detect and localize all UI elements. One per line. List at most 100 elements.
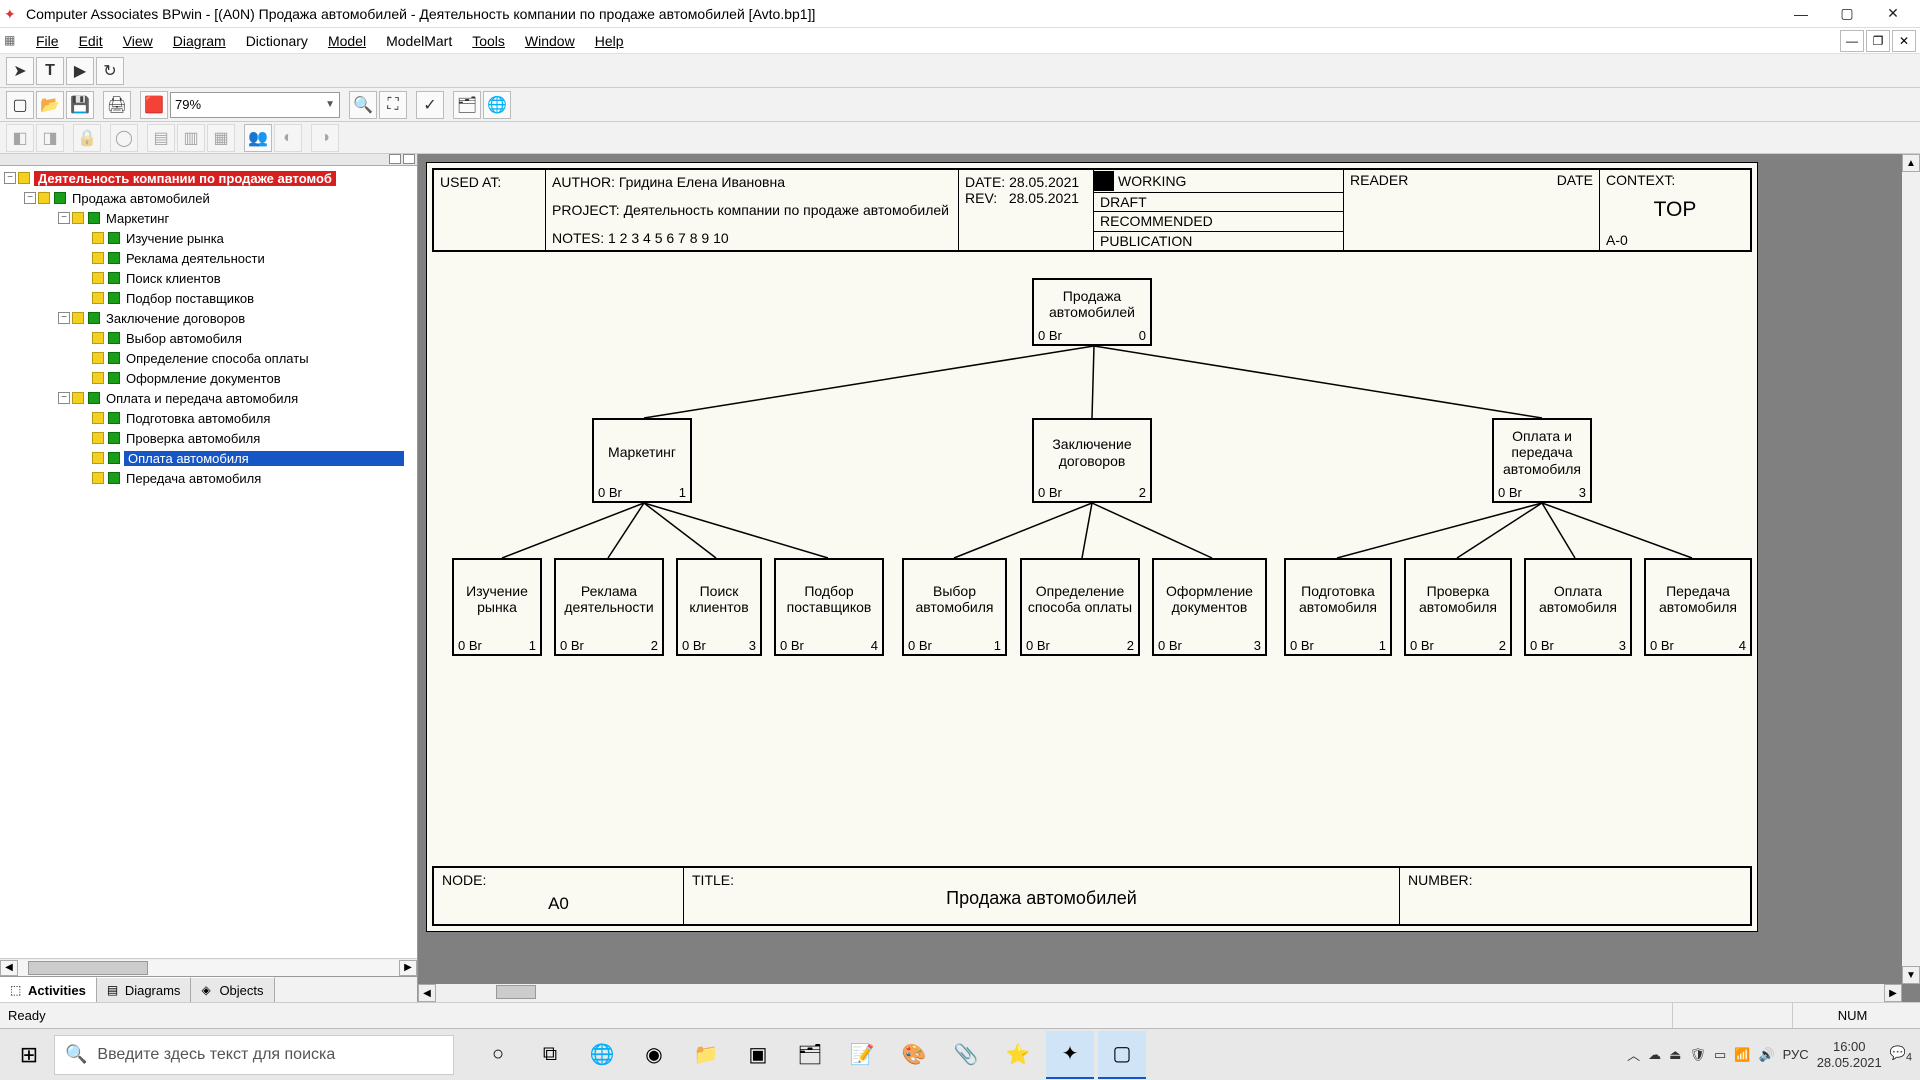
spell-button[interactable]: ✓: [416, 91, 444, 119]
mm-btn-1[interactable]: ◧: [6, 124, 34, 152]
diagram-node-l2[interactable]: Подготовка автомобиля0 Br1: [1284, 558, 1392, 656]
color-button[interactable]: 🟥: [140, 91, 168, 119]
org-button[interactable]: 🗂: [453, 91, 481, 119]
tab-activities[interactable]: ⬚Activities: [0, 977, 97, 1002]
zoom-fit-button[interactable]: ⛶: [379, 91, 407, 119]
diagram-node-l2[interactable]: Оформление документов0 Br3: [1152, 558, 1267, 656]
scroll-down-icon[interactable]: ▼: [1902, 966, 1920, 984]
diagram-node-l2[interactable]: Реклама деятельности0 Br2: [554, 558, 664, 656]
mm-btn-7[interactable]: 👥: [244, 124, 272, 152]
tree-node-contracts[interactable]: −Заключение договоров: [0, 308, 417, 328]
zoom-app-icon[interactable]: ▢: [1098, 1031, 1146, 1079]
diagram-node-root[interactable]: Продажа автомобилей0 Br0: [1032, 278, 1152, 346]
tray-usb-icon[interactable]: ⏏: [1669, 1047, 1681, 1063]
diagram-node-l2[interactable]: Подбор поставщиков0 Br4: [774, 558, 884, 656]
tree-leaf-selected[interactable]: Оплата автомобиля: [0, 448, 417, 468]
tray-language[interactable]: РУС: [1783, 1047, 1809, 1062]
menu-tools[interactable]: Tools: [462, 31, 515, 51]
tree-leaf[interactable]: Определение способа оплаты: [0, 348, 417, 368]
mdi-restore-button[interactable]: ❐: [1866, 30, 1890, 52]
menu-diagram[interactable]: Diagram: [163, 31, 236, 51]
tree-leaf[interactable]: Проверка автомобиля: [0, 428, 417, 448]
zoom-in-button[interactable]: 🔍: [349, 91, 377, 119]
tray-notification-icon[interactable]: 💬4: [1890, 1045, 1912, 1064]
tree-leaf[interactable]: Подготовка автомобиля: [0, 408, 417, 428]
pointer-tool-button[interactable]: ➤: [6, 57, 34, 85]
menu-window[interactable]: Window: [515, 31, 585, 51]
diagram-node-l1[interactable]: Оплата и передача автомобиля0 Br3: [1492, 418, 1592, 503]
tab-objects[interactable]: ◈Objects: [191, 977, 274, 1002]
play-tool-button[interactable]: ▶: [66, 57, 94, 85]
tree-close-icon[interactable]: [403, 154, 415, 164]
tree-collapse-icon[interactable]: [389, 154, 401, 164]
refresh-button[interactable]: ↻: [96, 57, 124, 85]
start-button[interactable]: ⊞: [4, 1031, 54, 1079]
chrome-icon[interactable]: ◉: [630, 1031, 678, 1079]
diagram-node-l2[interactable]: Передача автомобиля0 Br4: [1644, 558, 1752, 656]
minimize-button[interactable]: —: [1778, 0, 1824, 27]
mm-btn-2[interactable]: ◨: [36, 124, 64, 152]
tray-volume-icon[interactable]: 🔊: [1758, 1047, 1774, 1063]
canvas-vscrollbar[interactable]: ▲ ▼: [1902, 154, 1920, 984]
tray-wifi-icon[interactable]: 📶: [1734, 1047, 1750, 1063]
scroll-left-icon[interactable]: ◀: [418, 984, 436, 1002]
taskbar-search[interactable]: 🔍 Введите здесь текст для поиска: [54, 1035, 454, 1075]
mm-btn-9[interactable]: ◑: [311, 124, 339, 152]
tray-battery-icon[interactable]: ▭: [1714, 1047, 1726, 1063]
globe-button[interactable]: 🌐: [483, 91, 511, 119]
edge-icon[interactable]: 🌐: [578, 1031, 626, 1079]
tray-chevron-icon[interactable]: ︿: [1627, 1045, 1640, 1064]
mm-btn-5[interactable]: ▥: [177, 124, 205, 152]
office-icon[interactable]: 📎: [942, 1031, 990, 1079]
tree-leaf[interactable]: Оформление документов: [0, 368, 417, 388]
tree-root[interactable]: −Деятельность компании по продаже автомо…: [0, 168, 417, 188]
diagram-node-l2[interactable]: Изучение рынка0 Br1: [452, 558, 542, 656]
close-button[interactable]: ✕: [1870, 0, 1916, 27]
diagram-node-l2[interactable]: Выбор автомобиля0 Br1: [902, 558, 1007, 656]
menu-file[interactable]: File: [26, 31, 69, 51]
tray-clock[interactable]: 16:00 28.05.2021: [1817, 1039, 1882, 1070]
mm-btn-4[interactable]: ▤: [147, 124, 175, 152]
star-icon[interactable]: ⭐: [994, 1031, 1042, 1079]
bpwin-taskbar-icon[interactable]: ✦: [1046, 1031, 1094, 1079]
mdi-minimize-button[interactable]: —: [1840, 30, 1864, 52]
tree-leaf[interactable]: Подбор поставщиков: [0, 288, 417, 308]
scroll-right-icon[interactable]: ▶: [399, 960, 417, 976]
tray-shield-icon[interactable]: 🛡: [1689, 1047, 1706, 1063]
app-icon-1[interactable]: ▣: [734, 1031, 782, 1079]
text-tool-button[interactable]: T: [36, 57, 64, 85]
mm-btn-8[interactable]: ◐: [274, 124, 302, 152]
diagram-node-l2[interactable]: Поиск клиентов0 Br3: [676, 558, 762, 656]
diagram-node-l2[interactable]: Определение способа оплаты0 Br2: [1020, 558, 1140, 656]
menu-modelmart[interactable]: ModelMart: [376, 31, 462, 51]
tray-cloud-icon[interactable]: ☁: [1648, 1047, 1661, 1063]
menu-help[interactable]: Help: [585, 31, 634, 51]
mm-btn-6[interactable]: ▦: [207, 124, 235, 152]
menu-model[interactable]: Model: [318, 31, 376, 51]
scroll-right-icon[interactable]: ▶: [1884, 984, 1902, 1002]
scroll-left-icon[interactable]: ◀: [0, 960, 18, 976]
mm-lock-button[interactable]: 🔒: [73, 124, 101, 152]
save-button[interactable]: 💾: [66, 91, 94, 119]
diagram-node-l2[interactable]: Проверка автомобиля0 Br2: [1404, 558, 1512, 656]
menu-dictionary[interactable]: Dictionary: [236, 31, 318, 51]
scroll-thumb[interactable]: [28, 961, 148, 975]
tree-leaf[interactable]: Поиск клиентов: [0, 268, 417, 288]
tree-node-marketing[interactable]: −Маркетинг: [0, 208, 417, 228]
mdi-close-button[interactable]: ✕: [1892, 30, 1916, 52]
menu-view[interactable]: View: [113, 31, 163, 51]
tree-node-sale[interactable]: −Продажа автомобилей: [0, 188, 417, 208]
task-view-icon[interactable]: ⧉: [526, 1031, 574, 1079]
new-button[interactable]: ▢: [6, 91, 34, 119]
notepad-icon[interactable]: 📝: [838, 1031, 886, 1079]
tree-hscrollbar[interactable]: ◀ ▶: [0, 958, 417, 976]
zoom-combo[interactable]: 79% ▼: [170, 92, 340, 118]
menu-edit[interactable]: Edit: [69, 31, 113, 51]
diagram-node-l2[interactable]: Оплата автомобиля0 Br3: [1524, 558, 1632, 656]
maximize-button[interactable]: ▢: [1824, 0, 1870, 27]
diagram-node-l1[interactable]: Маркетинг0 Br1: [592, 418, 692, 503]
tree-leaf[interactable]: Реклама деятельности: [0, 248, 417, 268]
tree-leaf[interactable]: Изучение рынка: [0, 228, 417, 248]
print-button[interactable]: 🖨: [103, 91, 131, 119]
model-tree[interactable]: −Деятельность компании по продаже автомо…: [0, 166, 417, 958]
